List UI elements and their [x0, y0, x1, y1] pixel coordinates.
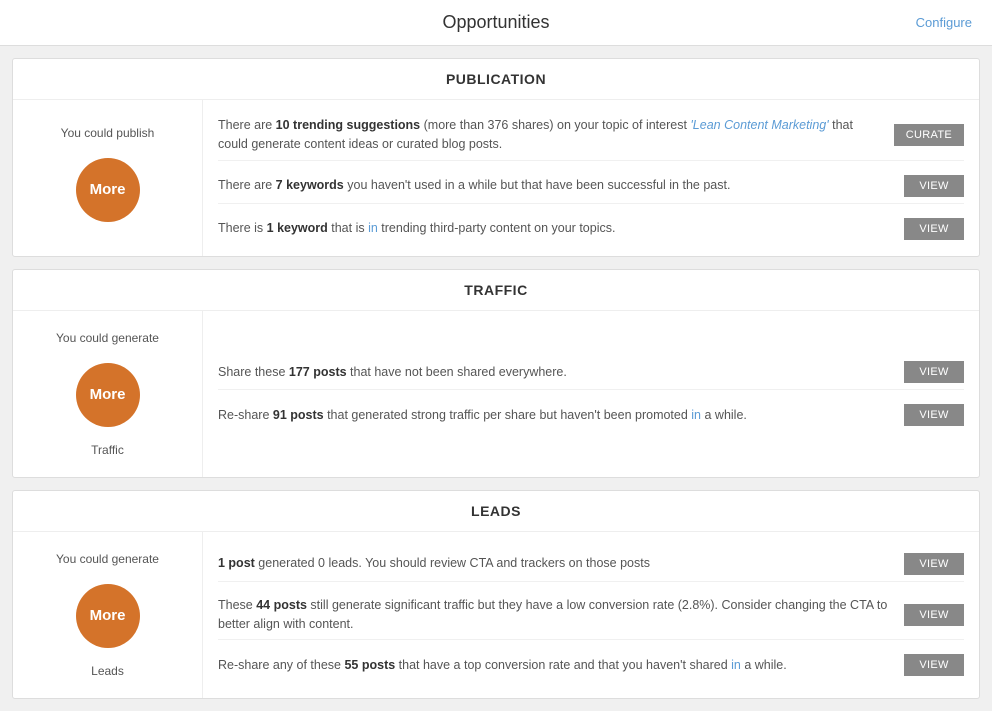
action-button-traffic-0[interactable]: VIEW: [904, 361, 964, 383]
row-text: These 44 posts still generate significan…: [218, 596, 894, 634]
action-button-leads-0[interactable]: VIEW: [904, 553, 964, 575]
action-button-publication-0[interactable]: CURATE: [894, 124, 964, 146]
left-bottom-label: Leads: [91, 664, 124, 678]
section-header-publication: PUBLICATION: [13, 59, 979, 100]
action-button-traffic-1[interactable]: VIEW: [904, 404, 964, 426]
more-circle-traffic[interactable]: More: [76, 363, 140, 427]
row-text: Re-share any of these 55 posts that have…: [218, 656, 894, 675]
left-top-label: You could publish: [61, 126, 155, 140]
section-traffic: TRAFFIC You could generate More Traffic Shar…: [12, 269, 980, 478]
table-row: There are 10 trending suggestions (more …: [218, 110, 964, 161]
left-bottom-label: Traffic: [91, 443, 124, 457]
table-row: Share these 177 posts that have not been…: [218, 355, 964, 390]
table-row: There are 7 keywords you haven't used in…: [218, 169, 964, 204]
table-row: Re-share 91 posts that generated strong …: [218, 398, 964, 432]
left-panel-traffic: You could generate More Traffic: [13, 311, 203, 477]
right-panel-traffic: Share these 177 posts that have not been…: [203, 311, 979, 477]
section-leads: LEADS You could generate More Leads 1 post g…: [12, 490, 980, 699]
page-wrapper: Opportunities Configure PUBLICATIONYou c…: [0, 0, 992, 699]
action-button-leads-1[interactable]: VIEW: [904, 604, 964, 626]
row-text: Re-share 91 posts that generated strong …: [218, 406, 894, 425]
section-body-leads: You could generate More Leads 1 post genera…: [13, 532, 979, 698]
right-panel-leads: 1 post generated 0 leads. You should rev…: [203, 532, 979, 698]
action-button-publication-2[interactable]: VIEW: [904, 218, 964, 240]
table-row: 1 post generated 0 leads. You should rev…: [218, 547, 964, 582]
section-header-leads: LEADS: [13, 491, 979, 532]
row-text: Share these 177 posts that have not been…: [218, 363, 894, 382]
action-button-leads-2[interactable]: VIEW: [904, 654, 964, 676]
page-title: Opportunities: [442, 12, 549, 33]
row-text: There are 10 trending suggestions (more …: [218, 116, 884, 154]
row-text: There are 7 keywords you haven't used in…: [218, 176, 894, 195]
section-publication: PUBLICATION You could publish More There ar…: [12, 58, 980, 257]
sections-container: PUBLICATION You could publish More There ar…: [0, 58, 992, 699]
left-top-label: You could generate: [56, 331, 159, 345]
section-body-traffic: You could generate More Traffic Share these…: [13, 311, 979, 477]
table-row: There is 1 keyword that is in trending t…: [218, 212, 964, 246]
configure-link[interactable]: Configure: [916, 15, 972, 30]
section-header-traffic: TRAFFIC: [13, 270, 979, 311]
section-body-publication: You could publish More There are 10 trendi…: [13, 100, 979, 256]
row-text: There is 1 keyword that is in trending t…: [218, 219, 894, 238]
action-button-publication-1[interactable]: VIEW: [904, 175, 964, 197]
left-panel-leads: You could generate More Leads: [13, 532, 203, 698]
more-circle-leads[interactable]: More: [76, 584, 140, 648]
table-row: These 44 posts still generate significan…: [218, 590, 964, 641]
right-panel-publication: There are 10 trending suggestions (more …: [203, 100, 979, 256]
top-bar: Opportunities Configure: [0, 0, 992, 46]
left-top-label: You could generate: [56, 552, 159, 566]
row-text: 1 post generated 0 leads. You should rev…: [218, 554, 894, 573]
more-circle-publication[interactable]: More: [76, 158, 140, 222]
table-row: Re-share any of these 55 posts that have…: [218, 648, 964, 682]
left-panel-publication: You could publish More: [13, 100, 203, 256]
